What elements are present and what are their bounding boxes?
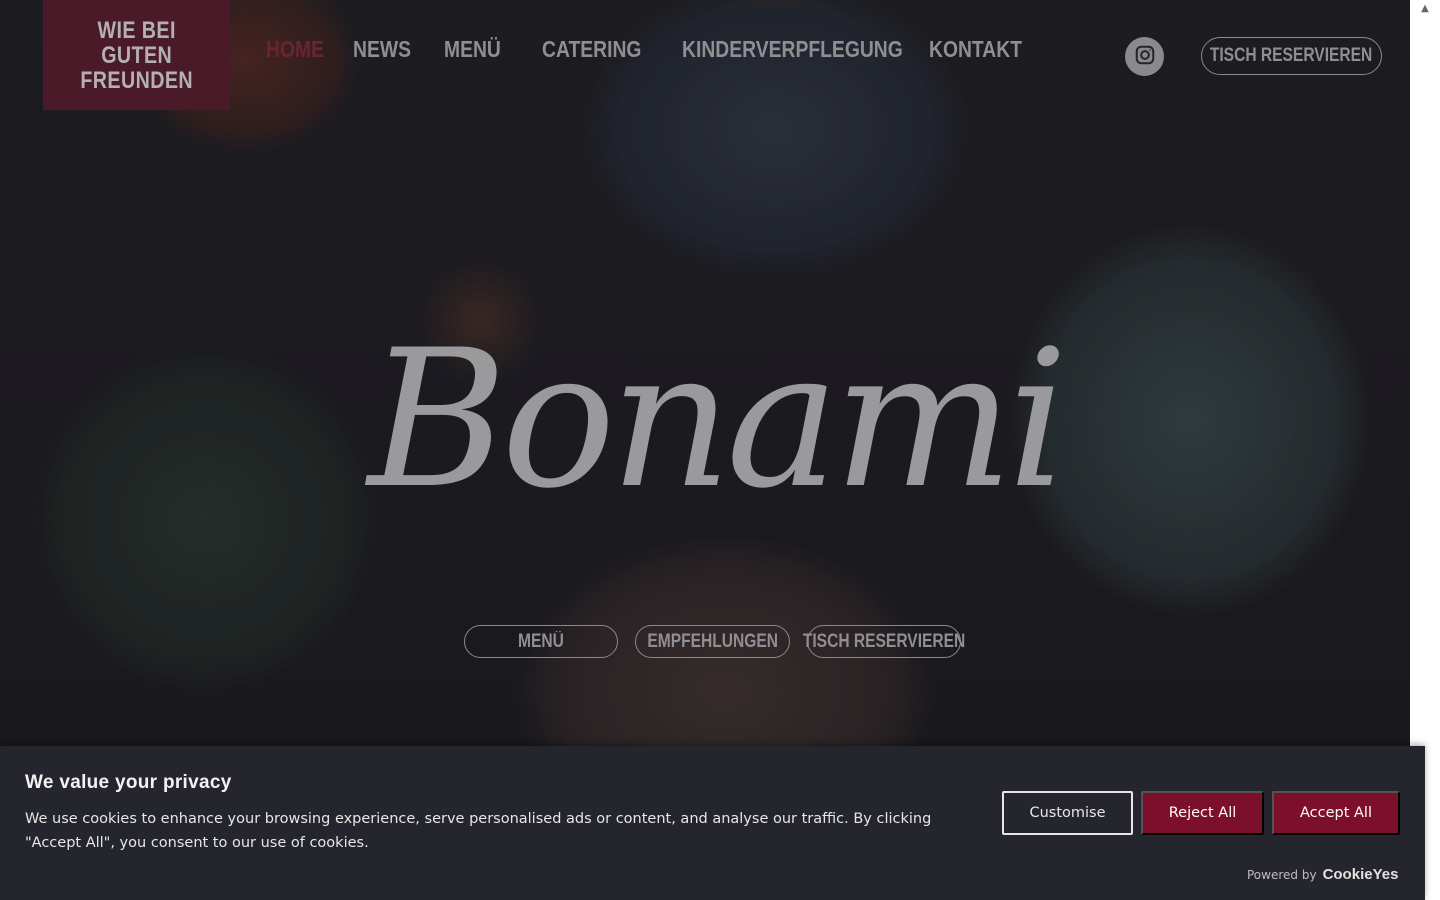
- instagram-icon: [1134, 44, 1156, 70]
- instagram-link[interactable]: [1125, 37, 1164, 76]
- nav-item-kontakt[interactable]: KONTAKT: [929, 36, 1022, 63]
- cookie-customise-button[interactable]: Customise: [1002, 791, 1133, 835]
- hero-menu-button[interactable]: MENÜ: [464, 625, 618, 658]
- cookieyes-logo[interactable]: CookieYes: [1323, 866, 1399, 883]
- cookie-banner-title: We value your privacy: [25, 772, 232, 793]
- hero-recommendations-label: EMPFEHLUNGEN: [647, 630, 778, 652]
- cookie-reject-all-button[interactable]: Reject All: [1141, 791, 1264, 835]
- site-logo-text: WIE BEI GUTEN FREUNDEN: [80, 16, 193, 94]
- hero-menu-label: MENÜ: [518, 630, 564, 652]
- cookie-powered-by: Powered by CookieYes: [1247, 866, 1398, 883]
- brand-script-logo: Bonami: [340, 300, 1090, 550]
- nav-item-catering[interactable]: CATERING: [542, 36, 641, 63]
- reserve-table-label: TISCH RESERVIEREN: [1210, 45, 1373, 66]
- cookie-banner-description: We use cookies to enhance your browsing …: [25, 811, 932, 851]
- scroll-up-arrow-icon[interactable]: ▲: [1410, 0, 1440, 18]
- site-logo[interactable]: WIE BEI GUTEN FREUNDEN: [43, 0, 230, 110]
- main-nav: HOME NEWS MENÜ CATERING KINDERVERPFLEGUN…: [266, 36, 1040, 63]
- powered-by-label: Powered by: [1247, 867, 1317, 882]
- reserve-table-button[interactable]: TISCH RESERVIEREN: [1201, 37, 1382, 75]
- cookie-accept-all-button[interactable]: Accept All: [1272, 791, 1400, 835]
- hero-recommendations-button[interactable]: EMPFEHLUNGEN: [635, 625, 790, 658]
- nav-item-news[interactable]: NEWS: [353, 36, 411, 63]
- page: ▲ WIE BEI GUTEN FREUNDEN HOME NEWS MENÜ …: [0, 0, 1440, 900]
- nav-item-menu[interactable]: MENÜ: [444, 36, 501, 63]
- nav-item-home[interactable]: HOME: [266, 36, 324, 63]
- hero-reserve-label: TISCH RESERVIEREN: [802, 630, 966, 652]
- nav-item-kinderverpflegung[interactable]: KINDERVERPFLEGUNG: [682, 36, 903, 63]
- brand-script-text: Bonami: [365, 309, 1063, 530]
- hero-reserve-button[interactable]: TISCH RESERVIEREN: [803, 625, 965, 658]
